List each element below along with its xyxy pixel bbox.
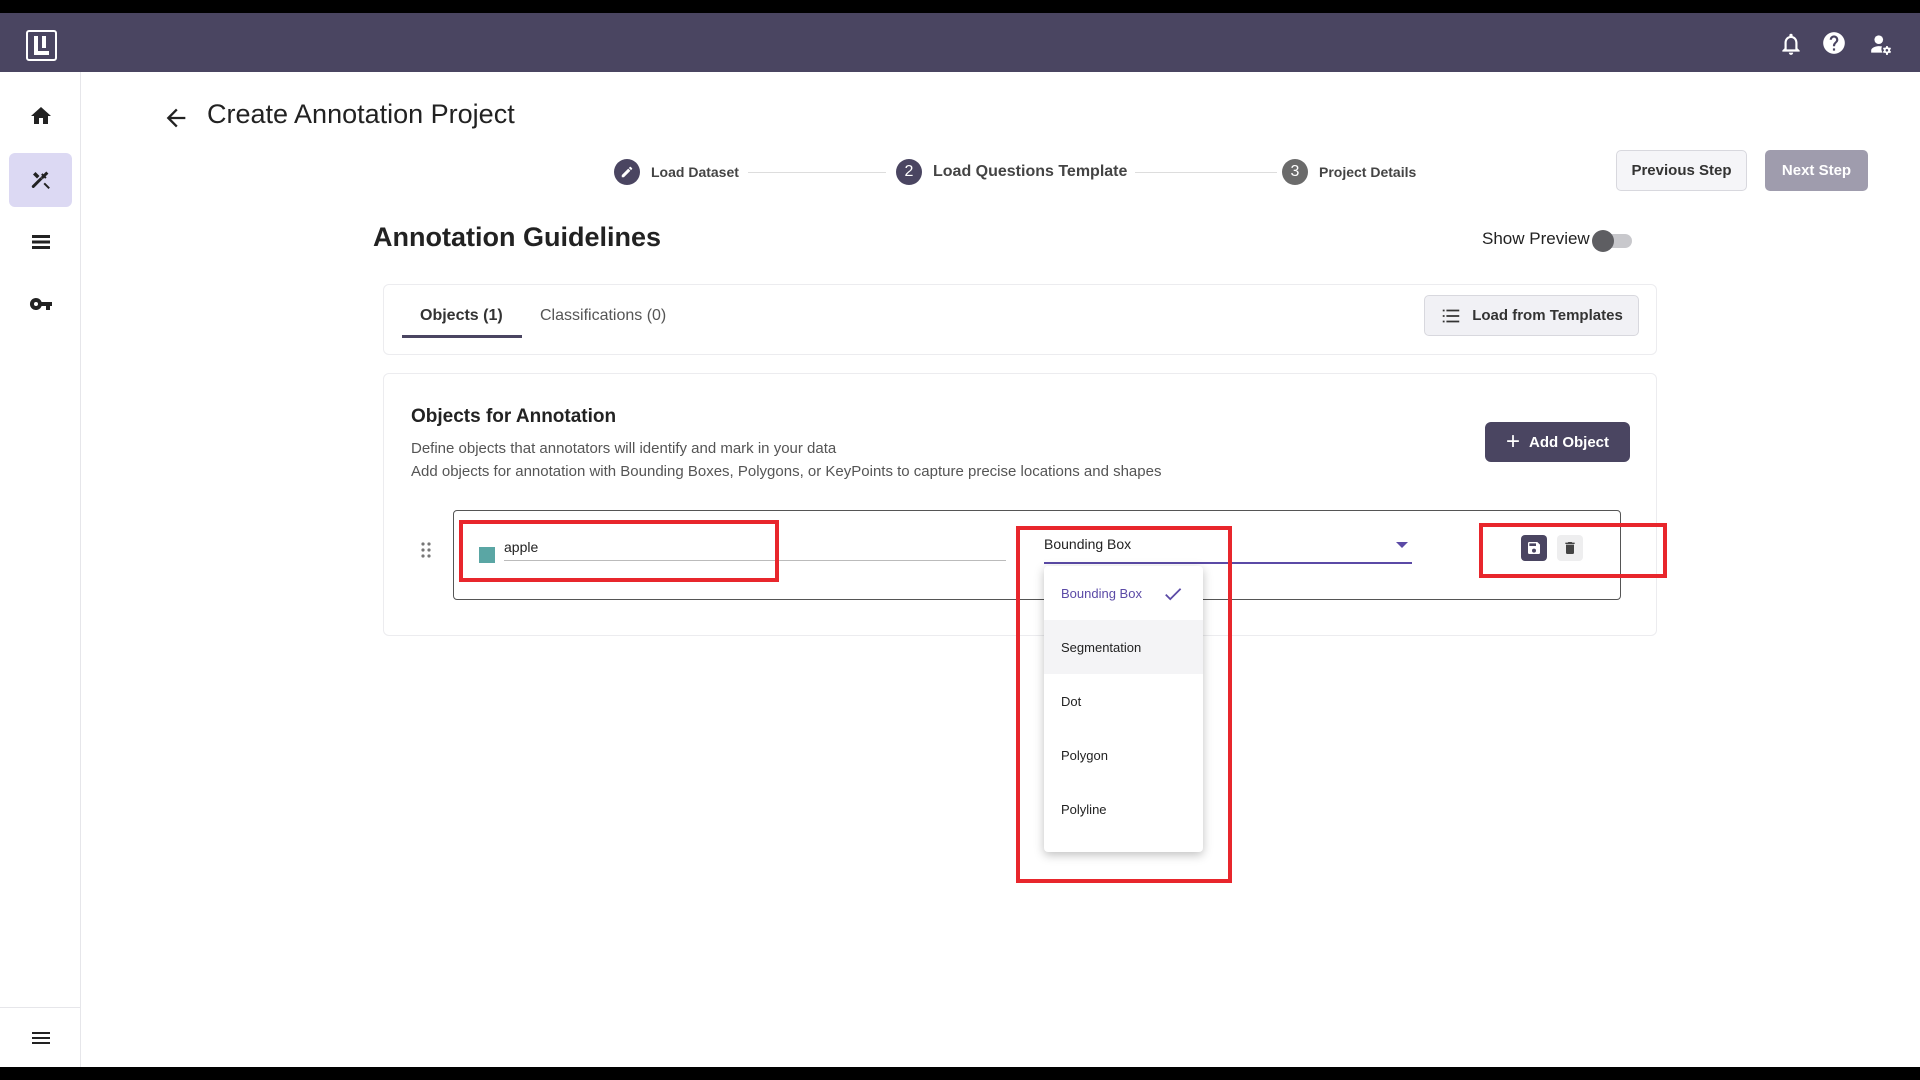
step-number: 3 [1282,159,1308,185]
drag-handle-icon[interactable] [419,540,433,560]
highlight-type-menu [1016,526,1232,883]
add-object-label: Add Object [1529,433,1610,451]
objects-title: Objects for Annotation [411,406,617,427]
step-load-dataset[interactable]: Load Dataset [614,159,739,185]
sidebar [0,72,81,1067]
tools-icon [31,171,50,189]
pencil-icon [614,159,640,185]
top-bar [0,13,1920,72]
step-label: Load Dataset [651,164,739,180]
back-arrow-icon[interactable] [162,104,190,132]
load-from-templates-label: Load from Templates [1472,307,1623,324]
tab-objects[interactable]: Objects (1) [420,307,503,325]
sidebar-menu-toggle[interactable] [0,1007,81,1067]
sidebar-item-keys[interactable] [9,277,72,331]
previous-step-button[interactable]: Previous Step [1616,150,1747,191]
list-icon [31,235,50,249]
step-project-details[interactable]: 3 Project Details [1282,159,1416,185]
step-label: Load Questions Template [933,163,1128,180]
user-settings-icon[interactable] [1869,31,1895,57]
show-preview-label: Show Preview [1482,229,1590,248]
step-connector [1135,172,1277,173]
tabs-card: Objects (1) Classifications (0) Load fro… [383,284,1657,355]
home-icon [30,107,51,124]
active-tab-indicator [402,335,522,338]
objects-description-detail: Add objects for annotation with Bounding… [411,463,1162,480]
load-from-templates-button[interactable]: Load from Templates [1424,295,1639,336]
show-preview-toggle[interactable] [1592,230,1634,252]
sidebar-item-home[interactable] [9,89,72,143]
objects-description: Define objects that annotators will iden… [411,440,837,457]
sidebar-item-list[interactable] [9,215,72,269]
tab-classifications[interactable]: Classifications (0) [540,307,666,325]
step-number: 2 [896,159,922,185]
step-connector [748,172,886,173]
plus-icon: + [1505,428,1520,455]
sidebar-item-tools[interactable] [9,153,72,207]
caret-down-icon [1396,542,1408,548]
app-logo[interactable] [26,30,57,61]
highlight-row-actions [1479,523,1667,578]
highlight-name-field [459,520,779,582]
list-icon [1442,309,1460,322]
next-step-button[interactable]: Next Step [1765,150,1868,191]
help-icon[interactable] [1821,30,1847,56]
step-label: Project Details [1319,164,1417,180]
bell-icon[interactable] [1778,31,1804,57]
hamburger-icon [31,1031,50,1044]
add-object-button[interactable]: + Add Object [1485,422,1630,462]
app-frame: Create Annotation Project Load Dataset 2… [0,13,1920,1067]
section-title: Annotation Guidelines [373,222,661,252]
key-icon [29,298,52,310]
step-load-questions-template[interactable]: 2 Load Questions Template [896,159,1127,185]
page-title: Create Annotation Project [207,99,515,129]
